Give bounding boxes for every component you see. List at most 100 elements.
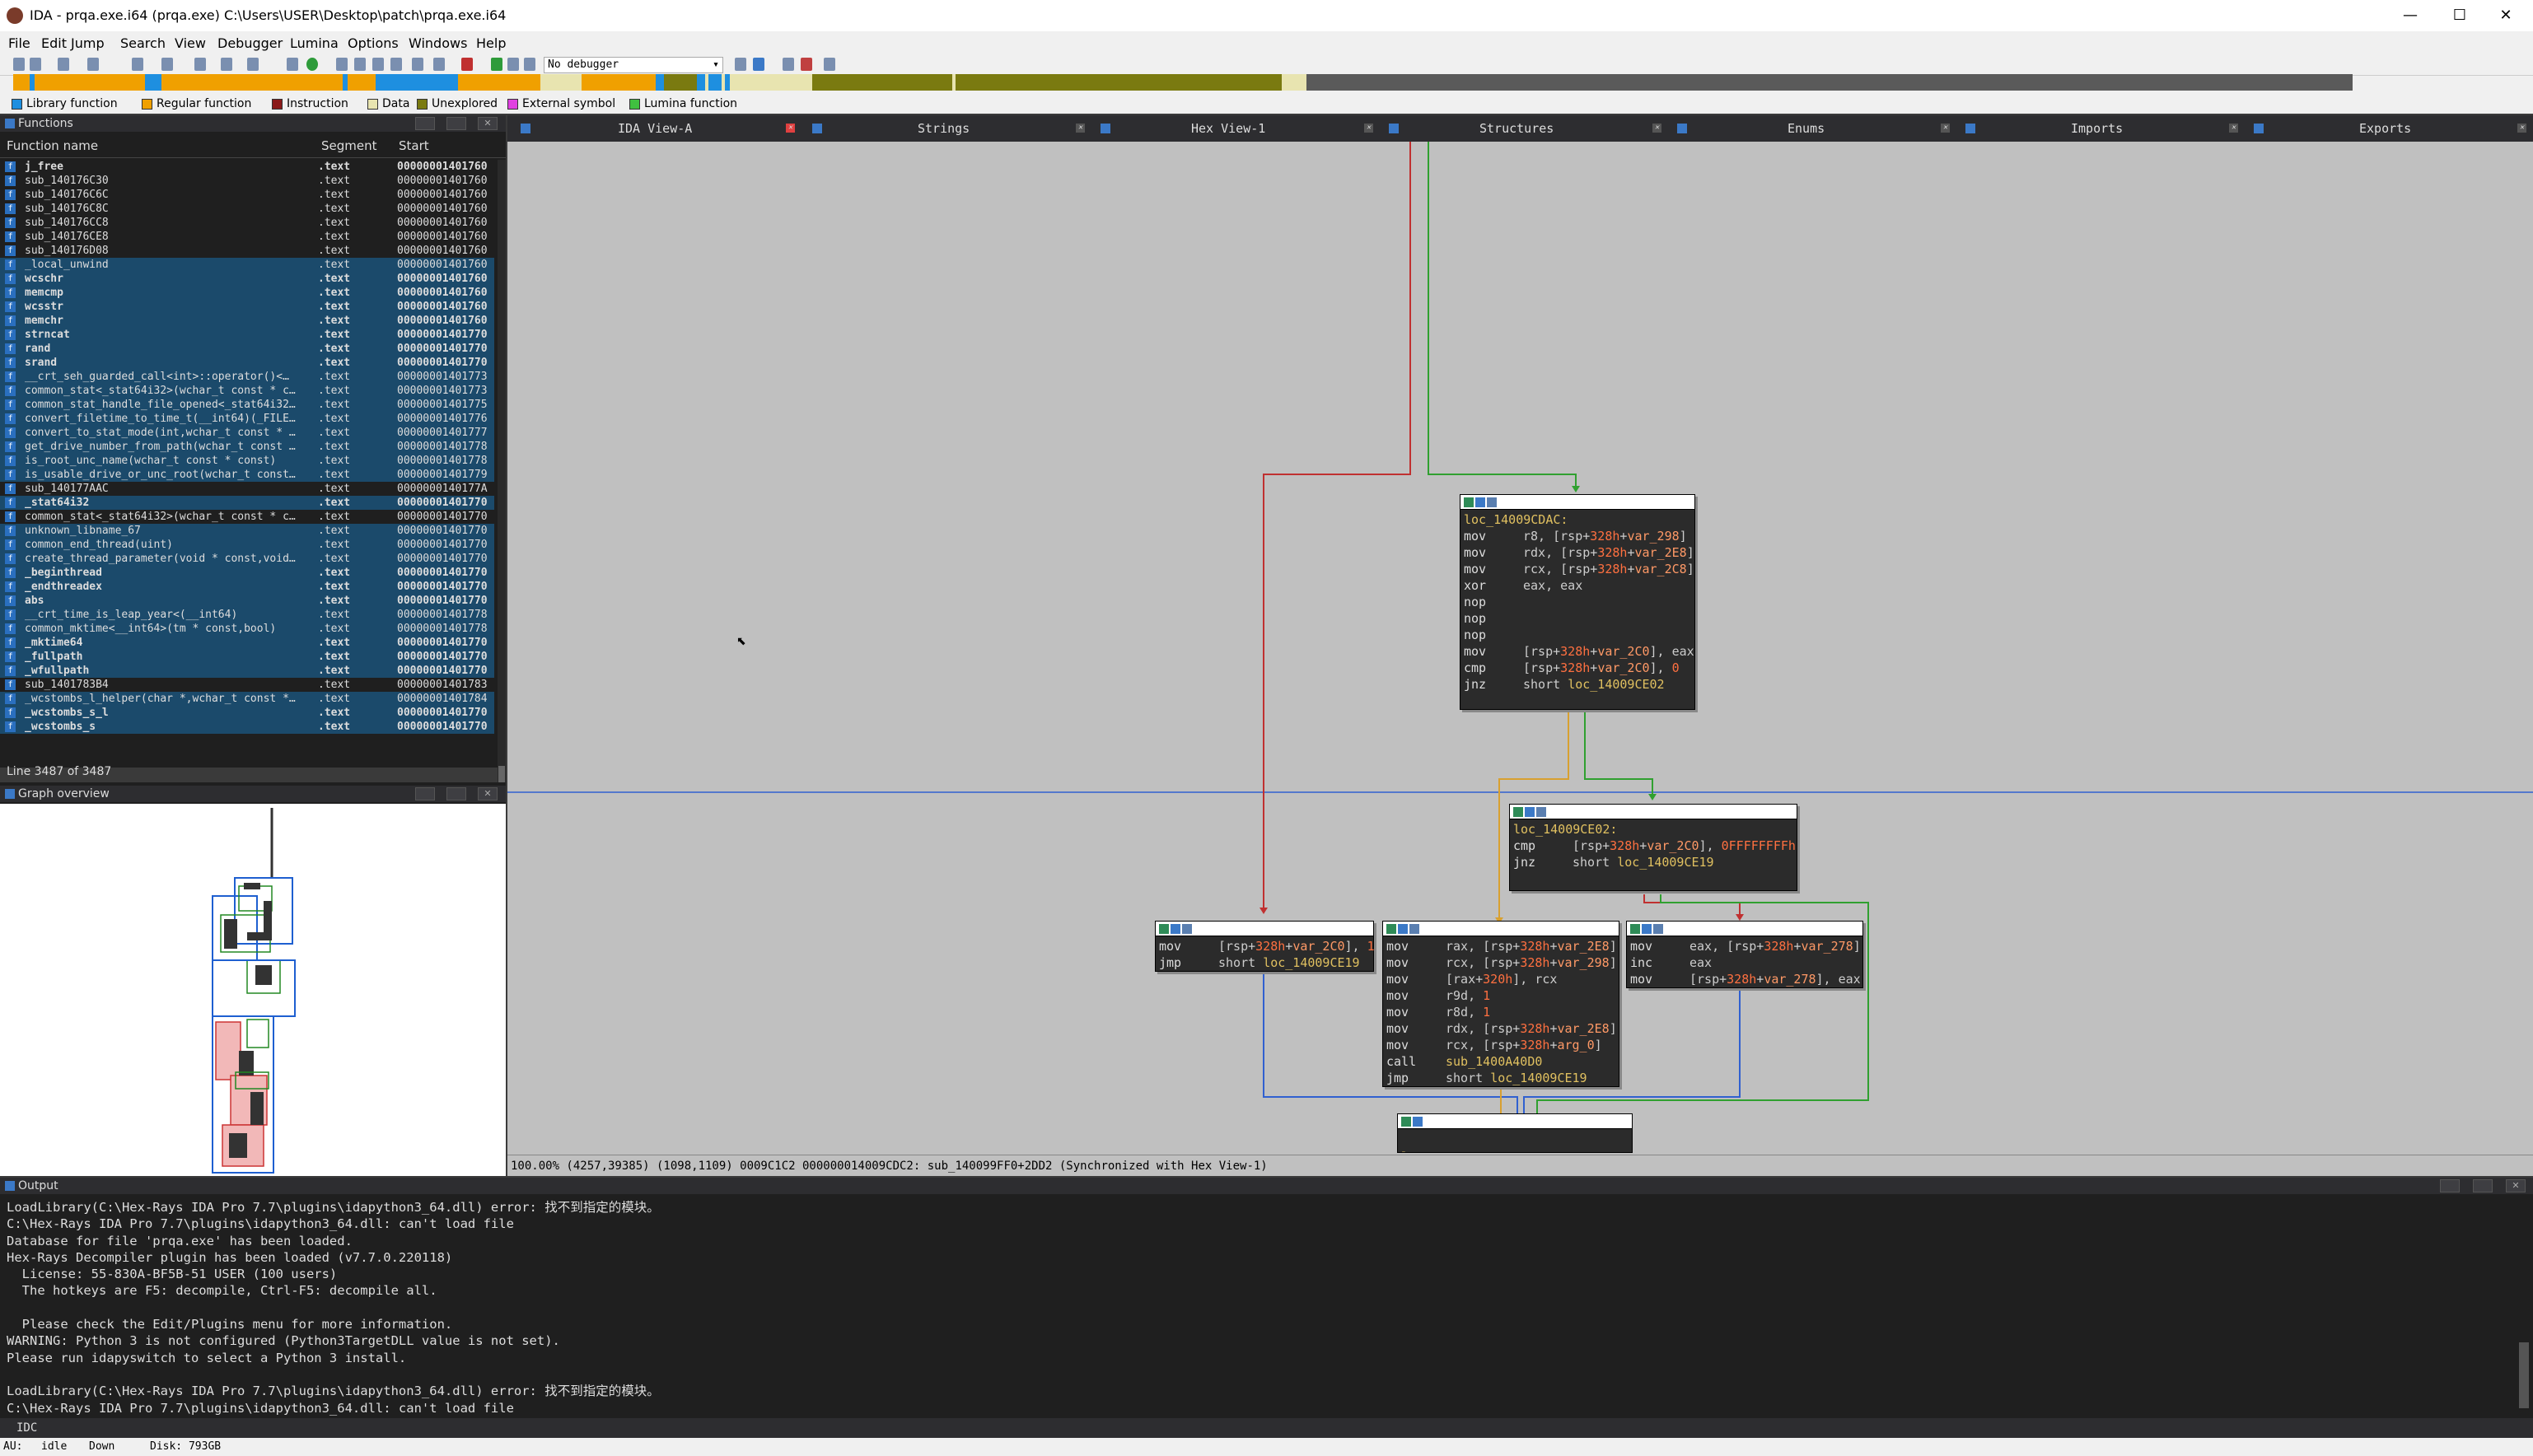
tab-close-icon[interactable]: ✕ [1941,124,1950,133]
basic-block-loc_14009CE02[interactable]: loc_14009CE02: cmp [rsp+328h+var_2C0], 0FF… [1509,804,1797,891]
column-function-name[interactable]: Function name [7,138,98,153]
block-color-icon[interactable] [1513,807,1523,817]
asm-line[interactable]: cmp [rsp+328h+var_2C0], 0FFFFFFFFh [1513,838,1796,854]
block-group-icon[interactable] [1413,1117,1423,1127]
open-icon[interactable] [13,58,25,71]
menu-windows[interactable]: Windows [409,35,467,51]
basic-block-loc_14009CDAC[interactable]: loc_14009CDAC: mov r8, [rsp+328h+var_298] m… [1460,494,1695,710]
debugger-select[interactable]: No debugger ▾ [544,57,723,73]
function-row[interactable]: f common_mktime<__int64>(tm * const,bool)… [0,622,494,636]
function-row[interactable]: f unknown_libname_67 .text 00000001401770 [0,524,494,538]
menu-file[interactable]: File [8,35,30,51]
function-row[interactable]: f _fullpath .text 00000001401770 [0,650,494,664]
function-row[interactable]: f is_root_unc_name(wchar_t const * const)… [0,454,494,468]
functions-list[interactable]: f j_free .text 00000001401760 f sub_140176C30… [0,160,498,858]
block-expand-icon[interactable] [1409,924,1419,934]
asm-line[interactable]: mov rax, [rsp+328h+var_2E8] [1386,938,1617,954]
navigation-band[interactable] [13,74,2353,91]
function-row[interactable]: f sub_140177AAC .text 0000000140177A [0,482,494,496]
asm-line[interactable]: nop [1464,610,1691,627]
asm-line[interactable]: mov rdx, [rsp+328h+var_2E8] [1386,1020,1617,1037]
panel-float-button[interactable] [415,117,435,130]
flow-icon[interactable] [390,58,402,71]
tab-close-icon[interactable]: ✕ [2229,124,2238,133]
function-row[interactable]: f create_thread_parameter(void * const,vo… [0,552,494,566]
run-icon[interactable] [306,58,318,71]
function-row[interactable]: f common_end_thread(uint) .text 00000001401… [0,538,494,552]
function-row[interactable]: f _wcstombs_s .text 00000001401770 [0,720,494,734]
output-float-button[interactable] [2440,1179,2460,1192]
function-row[interactable]: f _wfullpath .text 00000001401770 [0,664,494,678]
column-segment[interactable]: Segment [321,138,377,153]
asm-line[interactable]: jnz short loc_14009CE19 [1513,854,1793,870]
basic-block-inc-counter[interactable]: mov eax, [rsp+328h+var_278] inc eax mov [rsp+… [1626,921,1863,988]
asm-line[interactable]: inc eax [1630,954,1859,971]
function-row[interactable]: f wcsstr .text 00000001401760 [0,300,494,314]
block-expand-icon[interactable] [1487,497,1497,507]
output-restore-button[interactable] [2473,1179,2493,1192]
back-icon[interactable] [58,58,69,71]
graph-icon[interactable] [372,58,384,71]
patch-icon[interactable] [433,58,445,71]
function-row[interactable]: f sub_1401783B4 .text 00000001401783 [0,678,494,692]
menu-view[interactable]: View [175,35,206,51]
function-row[interactable]: f _endthreadex .text 00000001401770 [0,580,494,594]
asm-line[interactable]: mov rcx, [rsp+328h+arg_0] [1386,1037,1615,1053]
output-log[interactable]: LoadLibrary(C:\Hex-Rays IDA Pro 7.7\plug… [7,1199,2511,1416]
panel-restore-button[interactable] [446,117,466,130]
block-color-icon[interactable] [1630,924,1640,934]
function-row[interactable]: f strncat .text 00000001401770 [0,328,494,342]
basic-block-set-one[interactable]: mov [rsp+328h+var_2C0], 1 jmp short loc_140… [1155,921,1375,972]
block-color-icon[interactable] [1386,924,1396,934]
asm-line[interactable]: mov [rax+320h], rcx [1386,971,1615,987]
command-line[interactable]: IDC [0,1418,2533,1438]
lumina-icon[interactable] [824,58,835,71]
menu-options[interactable]: Options [348,35,399,51]
text-icon[interactable] [247,58,259,71]
tab-structures[interactable]: Structures ✕ [1389,119,1661,138]
pause-icon[interactable] [507,58,519,71]
tab-close-icon[interactable]: ✕ [2517,124,2526,133]
asm-line[interactable]: mov rcx, [rsp+328h+var_2C8] [1464,561,1694,577]
asm-line[interactable]: nop [1464,594,1691,610]
tracing-icon[interactable] [801,58,812,71]
function-row[interactable]: f rand .text 00000001401770 [0,342,494,356]
block-color-icon[interactable] [1401,1117,1411,1127]
overview-float-button[interactable] [415,787,435,800]
asm-line[interactable]: jmp short loc_14009CE19 [1159,954,1370,971]
asm-line[interactable]: jmp short loc_14009CE19 [1386,1070,1615,1086]
asm-label[interactable]: loc_14009CE19: [1401,1150,1505,1152]
function-row[interactable]: f _stat64i32 .text 00000001401770 [0,496,494,510]
tab-close-icon[interactable]: ✕ [1652,124,1661,133]
function-row[interactable]: f common_stat<_stat64i32>(wchar_t const *… [0,384,494,398]
menu-edit[interactable]: Edit [41,35,67,51]
tab-strings[interactable]: Strings ✕ [812,119,1085,138]
asm-line[interactable]: mov [rsp+328h+var_2C0], eax [1464,643,1694,660]
xref-icon[interactable] [412,58,423,71]
block-group-icon[interactable] [1475,497,1485,507]
tab-close-icon[interactable]: ✕ [1076,124,1085,133]
function-row[interactable]: f common_stat<_stat64i32>(wchar_t const *… [0,510,494,524]
function-row[interactable]: f wcschr .text 00000001401760 [0,272,494,286]
function-row[interactable]: f sub_140176D08 .text 00000001401760 [0,244,494,258]
overview-close-icon[interactable]: ✕ [478,787,498,800]
menu-search[interactable]: Search [120,35,166,51]
maximize-button[interactable]: ☐ [2435,3,2484,28]
stop-icon[interactable] [461,58,473,71]
asm-line[interactable]: loc_14009CDAC: [1464,511,1691,528]
terminate-icon[interactable] [524,58,535,71]
breakpoint-icon[interactable] [783,58,794,71]
start-debug-icon[interactable] [491,58,502,71]
function-row[interactable]: f sub_140176C8C .text 00000001401760 [0,202,494,216]
menu-debugger[interactable]: Debugger [217,35,283,51]
block-expand-icon[interactable] [1182,924,1192,934]
asm-line[interactable]: jnz short loc_14009CE02 [1464,676,1691,693]
function-row[interactable]: f sub_140176C6C .text 00000001401760 [0,188,494,202]
asm-line[interactable]: mov r8d, 1 [1386,1004,1615,1020]
close-button[interactable]: ✕ [2481,3,2531,28]
asm-line[interactable]: mov [rsp+328h+var_278], eax [1630,971,1861,987]
function-row[interactable]: f _beginthread .text 00000001401770 [0,566,494,580]
block-expand-icon[interactable] [1653,924,1663,934]
function-row[interactable]: f __crt_time_is_leap_year<(__int64) .text 0… [0,608,494,622]
function-row[interactable]: f abs .text 00000001401770 [0,594,494,608]
